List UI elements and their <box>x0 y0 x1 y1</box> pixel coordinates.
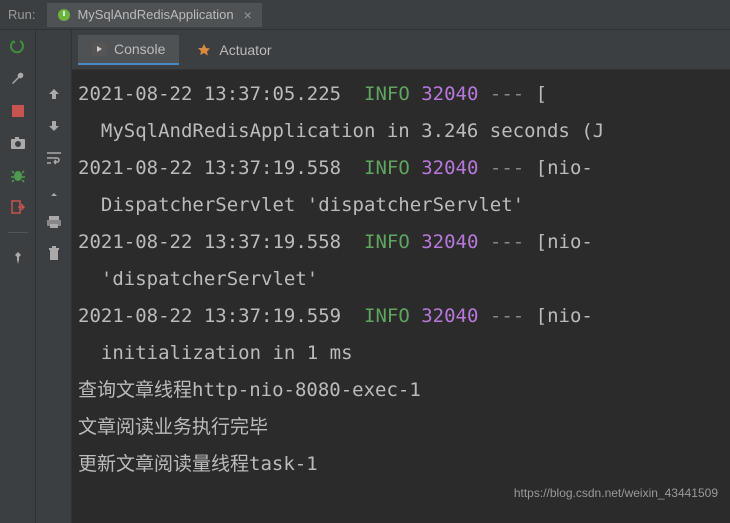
run-config-tab[interactable]: MySqlAndRedisApplication × <box>47 3 261 27</box>
actuator-icon <box>197 43 211 57</box>
trash-icon[interactable] <box>45 245 63 263</box>
mid-toolbar <box>36 30 72 523</box>
console-output[interactable]: 2021-08-22 13:37:05.225 INFO 32040 --- [… <box>72 70 730 523</box>
log-lines: 2021-08-22 13:37:05.225 INFO 32040 --- [… <box>76 76 730 484</box>
run-label: Run: <box>8 7 35 22</box>
play-icon <box>92 42 106 56</box>
wrench-icon[interactable] <box>9 70 27 88</box>
tab-console-label: Console <box>114 41 165 57</box>
wrap-icon[interactable] <box>45 149 63 167</box>
print-icon[interactable] <box>45 213 63 231</box>
arrow-up-icon[interactable] <box>45 85 63 103</box>
bug-icon[interactable] <box>9 166 27 184</box>
rerun-icon[interactable] <box>9 38 27 56</box>
spring-boot-icon <box>57 8 71 22</box>
tab-console[interactable]: Console <box>78 35 179 65</box>
content-column: Console Actuator 2021-08-22 13:37:05.225… <box>72 30 730 523</box>
tool-tabs: Console Actuator <box>72 30 730 70</box>
arrow-down-icon[interactable] <box>45 117 63 135</box>
scroll-end-icon[interactable] <box>45 181 63 199</box>
watermark: https://blog.csdn.net/weixin_43441509 <box>514 482 718 505</box>
camera-icon[interactable] <box>9 134 27 152</box>
close-icon[interactable]: × <box>244 7 252 23</box>
exit-icon[interactable] <box>9 198 27 216</box>
run-config-name: MySqlAndRedisApplication <box>77 7 233 22</box>
pin-icon[interactable] <box>9 249 27 267</box>
tab-actuator-label: Actuator <box>219 42 271 58</box>
stop-icon[interactable] <box>9 102 27 120</box>
main-area: Console Actuator 2021-08-22 13:37:05.225… <box>0 30 730 523</box>
toolbar-divider <box>8 232 28 233</box>
window-header: Run: MySqlAndRedisApplication × <box>0 0 730 30</box>
left-toolbar <box>0 30 36 523</box>
tab-actuator[interactable]: Actuator <box>183 36 285 64</box>
